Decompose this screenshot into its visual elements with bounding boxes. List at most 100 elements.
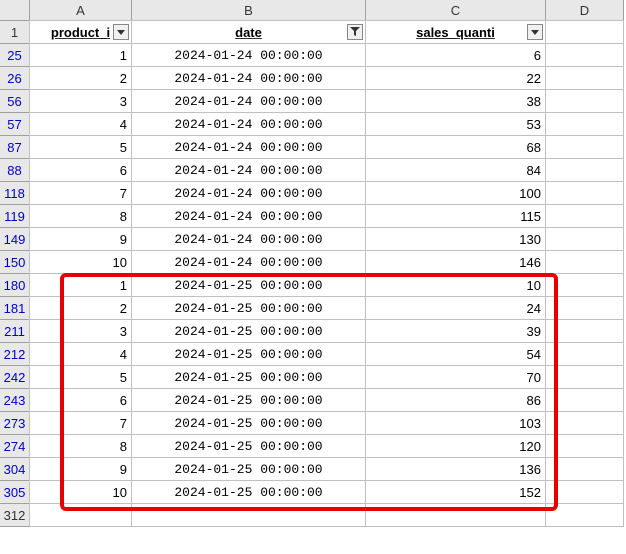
column-header-B[interactable]: B — [131, 0, 366, 21]
filter-dropdown-icon[interactable] — [527, 24, 543, 40]
cell-sales-quantity[interactable]: 22 — [365, 66, 546, 90]
cell-sales-quantity[interactable]: 84 — [365, 158, 546, 182]
row-number[interactable]: 211 — [0, 319, 30, 343]
header-product-id[interactable]: product_i — [29, 20, 132, 44]
row-number[interactable]: 150 — [0, 250, 30, 274]
empty-cell[interactable] — [545, 480, 624, 504]
row-number[interactable]: 180 — [0, 273, 30, 297]
cell-sales-quantity[interactable]: 100 — [365, 181, 546, 205]
header-date[interactable]: date — [131, 20, 366, 44]
empty-cell[interactable] — [545, 434, 624, 458]
cell-product-id[interactable]: 10 — [29, 480, 132, 504]
empty-cell[interactable] — [545, 158, 624, 182]
cell-sales-quantity[interactable]: 152 — [365, 480, 546, 504]
cell-sales-quantity[interactable]: 38 — [365, 89, 546, 113]
row-number[interactable]: 273 — [0, 411, 30, 435]
empty-cell[interactable] — [29, 503, 132, 527]
cell-product-id[interactable]: 6 — [29, 388, 132, 412]
row-number[interactable]: 304 — [0, 457, 30, 481]
cell-sales-quantity[interactable]: 39 — [365, 319, 546, 343]
cell-date[interactable]: 2024-01-24 00:00:00 — [131, 89, 366, 113]
cell-date[interactable]: 2024-01-24 00:00:00 — [131, 43, 366, 67]
cell-sales-quantity[interactable]: 86 — [365, 388, 546, 412]
row-number[interactable]: 56 — [0, 89, 30, 113]
cell-sales-quantity[interactable]: 70 — [365, 365, 546, 389]
cell-product-id[interactable]: 5 — [29, 365, 132, 389]
empty-cell[interactable] — [545, 227, 624, 251]
row-number[interactable]: 57 — [0, 112, 30, 136]
cell-date[interactable]: 2024-01-25 00:00:00 — [131, 365, 366, 389]
cell-sales-quantity[interactable]: 120 — [365, 434, 546, 458]
row-number[interactable]: 87 — [0, 135, 30, 159]
cell-sales-quantity[interactable]: 103 — [365, 411, 546, 435]
cell-sales-quantity[interactable]: 54 — [365, 342, 546, 366]
empty-cell[interactable] — [545, 319, 624, 343]
row-number[interactable]: 119 — [0, 204, 30, 228]
row-number[interactable]: 242 — [0, 365, 30, 389]
empty-cell[interactable] — [545, 411, 624, 435]
row-number[interactable]: 25 — [0, 43, 30, 67]
cell-date[interactable]: 2024-01-24 00:00:00 — [131, 112, 366, 136]
cell-date[interactable]: 2024-01-25 00:00:00 — [131, 480, 366, 504]
cell-sales-quantity[interactable]: 136 — [365, 457, 546, 481]
cell-product-id[interactable]: 1 — [29, 273, 132, 297]
cell-date[interactable]: 2024-01-24 00:00:00 — [131, 227, 366, 251]
empty-cell[interactable] — [545, 135, 624, 159]
spreadsheet-grid[interactable]: ABCD1product_idatesales_quanti2512024-01… — [0, 0, 626, 527]
cell-date[interactable]: 2024-01-25 00:00:00 — [131, 296, 366, 320]
cell-date[interactable]: 2024-01-25 00:00:00 — [131, 388, 366, 412]
cell-date[interactable]: 2024-01-24 00:00:00 — [131, 204, 366, 228]
cell-date[interactable]: 2024-01-25 00:00:00 — [131, 319, 366, 343]
row-number[interactable]: 26 — [0, 66, 30, 90]
cell-date[interactable]: 2024-01-25 00:00:00 — [131, 273, 366, 297]
row-number[interactable]: 1 — [0, 20, 30, 44]
cell-sales-quantity[interactable]: 6 — [365, 43, 546, 67]
empty-cell[interactable] — [545, 457, 624, 481]
empty-cell[interactable] — [545, 250, 624, 274]
cell-product-id[interactable]: 5 — [29, 135, 132, 159]
empty-cell[interactable] — [545, 89, 624, 113]
empty-cell[interactable] — [545, 112, 624, 136]
cell-sales-quantity[interactable]: 10 — [365, 273, 546, 297]
row-number[interactable]: 274 — [0, 434, 30, 458]
cell-product-id[interactable]: 1 — [29, 43, 132, 67]
cell-sales-quantity[interactable]: 53 — [365, 112, 546, 136]
cell-product-id[interactable]: 3 — [29, 319, 132, 343]
row-number[interactable]: 88 — [0, 158, 30, 182]
row-number[interactable]: 181 — [0, 296, 30, 320]
cell-product-id[interactable]: 3 — [29, 89, 132, 113]
cell-sales-quantity[interactable]: 146 — [365, 250, 546, 274]
cell-date[interactable]: 2024-01-25 00:00:00 — [131, 342, 366, 366]
cell-sales-quantity[interactable]: 68 — [365, 135, 546, 159]
row-number[interactable]: 149 — [0, 227, 30, 251]
empty-cell[interactable] — [545, 388, 624, 412]
row-number[interactable]: 118 — [0, 181, 30, 205]
cell-date[interactable]: 2024-01-24 00:00:00 — [131, 158, 366, 182]
row-number[interactable]: 312 — [0, 503, 30, 527]
cell-product-id[interactable]: 4 — [29, 342, 132, 366]
cell-sales-quantity[interactable]: 115 — [365, 204, 546, 228]
cell-product-id[interactable]: 4 — [29, 112, 132, 136]
cell-product-id[interactable]: 2 — [29, 296, 132, 320]
cell-date[interactable]: 2024-01-24 00:00:00 — [131, 135, 366, 159]
cell-date[interactable]: 2024-01-25 00:00:00 — [131, 457, 366, 481]
empty-cell[interactable] — [545, 342, 624, 366]
empty-cell[interactable] — [545, 296, 624, 320]
header-sales-quantity[interactable]: sales_quanti — [365, 20, 546, 44]
cell-date[interactable]: 2024-01-24 00:00:00 — [131, 250, 366, 274]
cell-product-id[interactable]: 8 — [29, 434, 132, 458]
row-number[interactable]: 243 — [0, 388, 30, 412]
cell-product-id[interactable]: 9 — [29, 227, 132, 251]
filter-active-icon[interactable] — [347, 24, 363, 40]
cell-date[interactable]: 2024-01-24 00:00:00 — [131, 181, 366, 205]
cell-product-id[interactable]: 2 — [29, 66, 132, 90]
empty-cell[interactable] — [545, 365, 624, 389]
empty-cell[interactable] — [545, 181, 624, 205]
cell-date[interactable]: 2024-01-25 00:00:00 — [131, 434, 366, 458]
empty-cell[interactable] — [365, 503, 546, 527]
empty-cell[interactable] — [545, 503, 624, 527]
cell-date[interactable]: 2024-01-24 00:00:00 — [131, 66, 366, 90]
empty-cell[interactable] — [545, 43, 624, 67]
empty-cell[interactable] — [545, 66, 624, 90]
empty-cell[interactable] — [131, 503, 366, 527]
